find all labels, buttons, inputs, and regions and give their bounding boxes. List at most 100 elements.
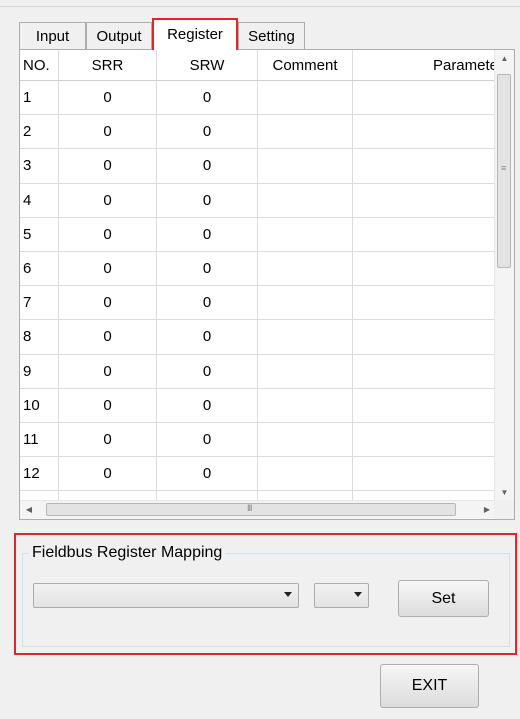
table-row[interactable]: 200 [20, 114, 496, 150]
cell-srr[interactable]: 0 [58, 183, 157, 218]
cell-comment[interactable] [257, 183, 353, 218]
cell-parameter[interactable] [352, 388, 496, 423]
cell-srw[interactable]: 0 [156, 456, 258, 492]
cell-comment[interactable] [257, 114, 353, 150]
cell-srr[interactable]: 0 [58, 80, 157, 116]
table-row[interactable]: 12 0 0 [20, 456, 496, 492]
cell-srw[interactable]: 0 [156, 183, 258, 218]
vertical-scrollbar[interactable]: ▲ ≡ ▼ [494, 50, 514, 501]
cell-srw[interactable]: 0 [156, 319, 258, 355]
table-row[interactable]: 300 [20, 148, 496, 184]
cell-srr[interactable]: 0 [58, 114, 157, 150]
cell-no[interactable]: 7 [20, 285, 59, 321]
chevron-down-icon [354, 592, 362, 597]
cell-parameter[interactable] [352, 285, 496, 321]
tab-setting[interactable]: Setting [238, 22, 305, 49]
cell-parameter[interactable] [352, 354, 496, 389]
grip-icon: III [247, 503, 252, 513]
cell-parameter[interactable] [352, 251, 496, 287]
cell-parameter[interactable] [352, 319, 496, 355]
cell-comment[interactable] [257, 456, 353, 492]
cell-parameter[interactable] [352, 148, 496, 184]
cell-srr[interactable]: 0 [58, 354, 157, 389]
cell-comment[interactable] [257, 285, 353, 321]
cell-no[interactable]: 2 [20, 114, 59, 150]
register-select[interactable] [33, 583, 299, 608]
cell-srr[interactable]: 0 [58, 148, 157, 184]
table-row[interactable]: 400 [20, 183, 496, 218]
cell-comment[interactable] [257, 80, 353, 116]
cell-parameter[interactable] [352, 422, 496, 458]
table-row[interactable]: 11 0 0 [20, 422, 496, 458]
column-header-parameter[interactable]: Parameter [352, 50, 496, 81]
cell-no[interactable]: 6 [20, 251, 59, 287]
cell-parameter[interactable] [352, 217, 496, 252]
table-row[interactable]: 600 [20, 251, 496, 287]
cell-comment[interactable] [257, 251, 353, 287]
top-divider [0, 6, 520, 7]
vertical-scroll-thumb[interactable]: ≡ [497, 74, 511, 268]
cell-srr[interactable]: 0 [58, 319, 157, 355]
cell-comment[interactable] [257, 422, 353, 458]
cell-srw[interactable]: 0 [156, 148, 258, 184]
cell-comment[interactable] [257, 148, 353, 184]
scroll-down-arrow-icon[interactable]: ▼ [495, 484, 514, 501]
tab-input[interactable]: Input [19, 22, 86, 49]
type-select[interactable] [314, 583, 369, 608]
table-header-row: NO. SRR SRW Comment Parameter [20, 50, 496, 81]
cell-srw[interactable]: 0 [156, 217, 258, 252]
column-header-srw[interactable]: SRW [156, 50, 258, 81]
cell-parameter[interactable] [352, 183, 496, 218]
column-header-comment[interactable]: Comment [257, 50, 353, 81]
table-row[interactable]: 500 [20, 217, 496, 252]
cell-srw[interactable]: 0 [156, 80, 258, 116]
cell-no[interactable]: 1 [20, 80, 59, 116]
cell-no[interactable]: 10 [20, 388, 59, 423]
cell-srw[interactable]: 0 [156, 114, 258, 150]
cell-comment[interactable] [257, 354, 353, 389]
cell-no[interactable]: 4 [20, 183, 59, 218]
table-row[interactable]: 100 [20, 80, 496, 116]
table-row[interactable]: 700 [20, 285, 496, 321]
cell-srr[interactable]: 0 [58, 456, 157, 492]
tab-register[interactable]: Register [152, 18, 238, 50]
cell-parameter[interactable] [352, 114, 496, 150]
cell-no[interactable]: 9 [20, 354, 59, 389]
register-grid: NO. SRR SRW Comment Parameter 1002003004… [19, 50, 515, 520]
cell-comment[interactable] [257, 388, 353, 423]
exit-button[interactable]: EXIT [380, 664, 479, 708]
column-header-no[interactable]: NO. [20, 50, 59, 81]
cell-srr[interactable]: 0 [58, 285, 157, 321]
cell-parameter[interactable] [352, 456, 496, 492]
cell-srw[interactable]: 0 [156, 354, 258, 389]
cell-no[interactable]: 8 [20, 319, 59, 355]
cell-srw[interactable]: 0 [156, 422, 258, 458]
cell-no[interactable]: 11 [20, 422, 59, 458]
table-row[interactable]: 800 [20, 319, 496, 355]
cell-comment[interactable] [257, 217, 353, 252]
cell-srr[interactable]: 0 [58, 251, 157, 287]
grip-icon: ≡ [501, 163, 507, 173]
horizontal-scroll-thumb[interactable]: III [46, 503, 456, 516]
cell-no[interactable]: 12 [20, 456, 59, 492]
cell-srw[interactable]: 0 [156, 285, 258, 321]
table-row[interactable]: 10 0 0 [20, 388, 496, 423]
scroll-left-arrow-icon[interactable]: ◀ [20, 501, 38, 519]
cell-parameter[interactable] [352, 80, 496, 116]
horizontal-scrollbar[interactable]: ◀ III ▶ [20, 500, 496, 519]
cell-srr[interactable]: 0 [58, 217, 157, 252]
column-header-srr[interactable]: SRR [58, 50, 157, 81]
table-row[interactable]: 900 [20, 354, 496, 389]
cell-no[interactable]: 5 [20, 217, 59, 252]
tab-output[interactable]: Output [86, 22, 152, 49]
cell-srw[interactable]: 0 [156, 388, 258, 423]
cell-comment[interactable] [257, 319, 353, 355]
cell-srw[interactable]: 0 [156, 251, 258, 287]
scroll-up-arrow-icon[interactable]: ▲ [495, 50, 514, 67]
set-button[interactable]: Set [398, 580, 489, 617]
chevron-down-icon [284, 592, 292, 597]
cell-srr[interactable]: 0 [58, 388, 157, 423]
group-title: Fieldbus Register Mapping [29, 544, 226, 562]
cell-no[interactable]: 3 [20, 148, 59, 184]
cell-srr[interactable]: 0 [58, 422, 157, 458]
